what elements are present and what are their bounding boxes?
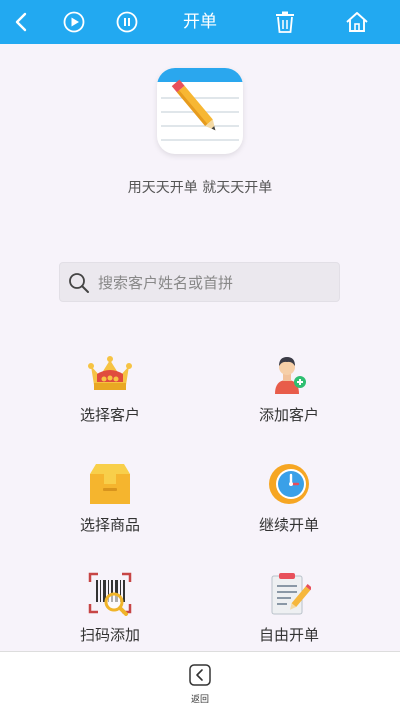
scan-add-button[interactable]: 扫码添加 bbox=[35, 572, 185, 662]
add-person-icon bbox=[267, 352, 311, 396]
pause-icon[interactable] bbox=[113, 0, 141, 44]
bottom-bar: 返回 bbox=[0, 651, 400, 712]
slogan-text: 用天天开单 就天天开单 bbox=[127, 180, 273, 196]
back-button[interactable]: 返回 bbox=[175, 664, 225, 708]
add-customer-button[interactable]: 添加客户 bbox=[214, 352, 364, 442]
crown-icon bbox=[88, 352, 132, 396]
home-icon[interactable] bbox=[343, 0, 371, 44]
top-bar: 开单 bbox=[0, 0, 400, 44]
back-icon bbox=[189, 664, 211, 690]
clock-icon bbox=[267, 462, 311, 506]
app-logo bbox=[157, 68, 243, 154]
action-label: 自由开单 bbox=[258, 626, 319, 644]
action-label: 选择客户 bbox=[79, 406, 140, 424]
box-icon bbox=[88, 462, 132, 506]
back-label: 返回 bbox=[190, 695, 209, 705]
trash-icon[interactable] bbox=[272, 0, 298, 44]
barcode-scan-icon bbox=[88, 572, 132, 616]
notepad-pen-icon bbox=[267, 572, 313, 616]
select-product-button[interactable]: 选择商品 bbox=[35, 462, 185, 552]
back-icon[interactable] bbox=[6, 0, 36, 44]
search-bar[interactable] bbox=[59, 262, 340, 303]
action-label: 选择商品 bbox=[79, 516, 140, 534]
free-order-button[interactable]: 自由开单 bbox=[214, 572, 364, 662]
action-label: 继续开单 bbox=[258, 516, 319, 534]
action-label: 扫码添加 bbox=[79, 626, 140, 644]
action-label: 添加客户 bbox=[258, 406, 319, 424]
search-icon bbox=[68, 272, 90, 298]
continue-order-button[interactable]: 继续开单 bbox=[214, 462, 364, 552]
select-customer-button[interactable]: 选择客户 bbox=[35, 352, 185, 442]
search-input[interactable] bbox=[96, 263, 336, 303]
play-icon[interactable] bbox=[60, 0, 88, 44]
